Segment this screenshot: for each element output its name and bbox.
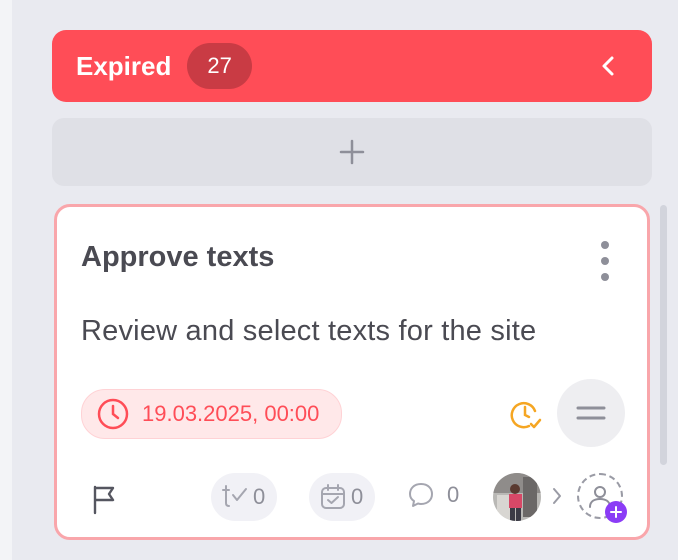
- task-title: Approve texts: [81, 241, 275, 273]
- task-card[interactable]: Approve texts Review and select texts fo…: [54, 204, 650, 540]
- clock-check-icon[interactable]: [507, 397, 543, 433]
- task-description: Review and select texts for the site: [81, 315, 537, 347]
- subtasks-count: 0: [253, 484, 266, 509]
- flag-icon[interactable]: [89, 483, 121, 515]
- more-vertical-icon: [601, 241, 609, 249]
- add-badge-icon: [605, 501, 627, 523]
- column-header: Expired 27: [52, 30, 652, 102]
- user-photo: [493, 473, 541, 521]
- checklist-count: 0: [351, 484, 364, 509]
- avatar[interactable]: [493, 473, 541, 521]
- comment-icon: [409, 483, 433, 507]
- column-count-badge: 27: [187, 43, 252, 89]
- chevron-right-icon: [553, 488, 561, 504]
- card-footer: 0 0 0: [57, 467, 647, 527]
- subtasks-icon: [222, 485, 247, 507]
- clock-icon: [97, 398, 129, 430]
- chevron-left-icon: [602, 56, 614, 76]
- priority-button[interactable]: [557, 379, 625, 447]
- comments-counter[interactable]: 0: [407, 481, 459, 509]
- scrollbar[interactable]: [660, 205, 667, 465]
- column-title: Expired: [76, 50, 172, 81]
- calendar-check-icon: [321, 484, 345, 509]
- task-menu-button[interactable]: [593, 241, 617, 281]
- priority-equal-icon: [576, 406, 606, 420]
- collapse-column-button[interactable]: [588, 46, 628, 86]
- plus-icon: [339, 139, 365, 165]
- subtasks-counter[interactable]: 0: [211, 473, 277, 521]
- checklist-counter[interactable]: 0: [309, 473, 375, 521]
- column-divider: [0, 0, 12, 560]
- comments-count: 0: [447, 482, 460, 507]
- deadline-text: 19.03.2025, 00:00: [142, 401, 320, 426]
- add-task-button[interactable]: [52, 118, 652, 186]
- deadline-badge[interactable]: 19.03.2025, 00:00: [81, 389, 343, 439]
